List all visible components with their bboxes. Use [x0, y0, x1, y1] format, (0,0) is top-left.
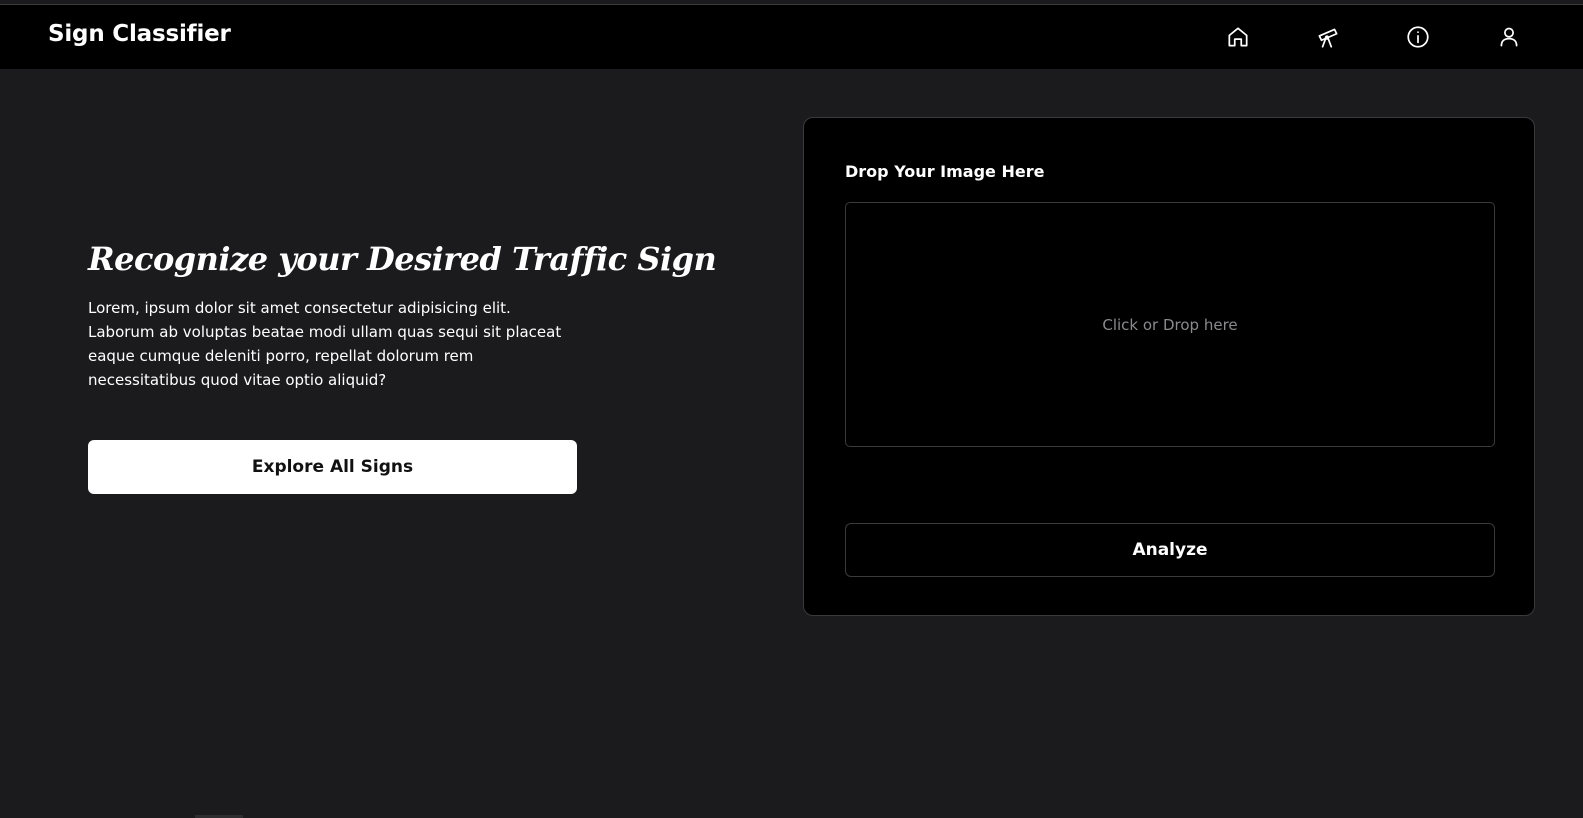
user-icon[interactable]	[1495, 23, 1523, 51]
upload-panel: Drop Your Image Here Click or Drop here …	[803, 117, 1535, 616]
upload-label: Drop Your Image Here	[845, 162, 1045, 181]
hero-description: Lorem, ipsum dolor sit amet consectetur …	[88, 299, 562, 389]
hero-title: Recognize your Desired Traffic Sign	[88, 240, 717, 278]
info-icon[interactable]	[1404, 23, 1432, 51]
dropzone-text: Click or Drop here	[1102, 315, 1238, 334]
analyze-button[interactable]: Analyze	[845, 523, 1495, 577]
image-dropzone[interactable]: Click or Drop here	[845, 202, 1495, 447]
explore-all-signs-button[interactable]: Explore All Signs	[88, 440, 577, 494]
home-icon[interactable]	[1224, 23, 1252, 51]
brand-title[interactable]: Sign Classifier	[48, 21, 231, 47]
telescope-icon[interactable]	[1314, 23, 1342, 51]
navbar: Sign Classifier	[0, 5, 1583, 69]
